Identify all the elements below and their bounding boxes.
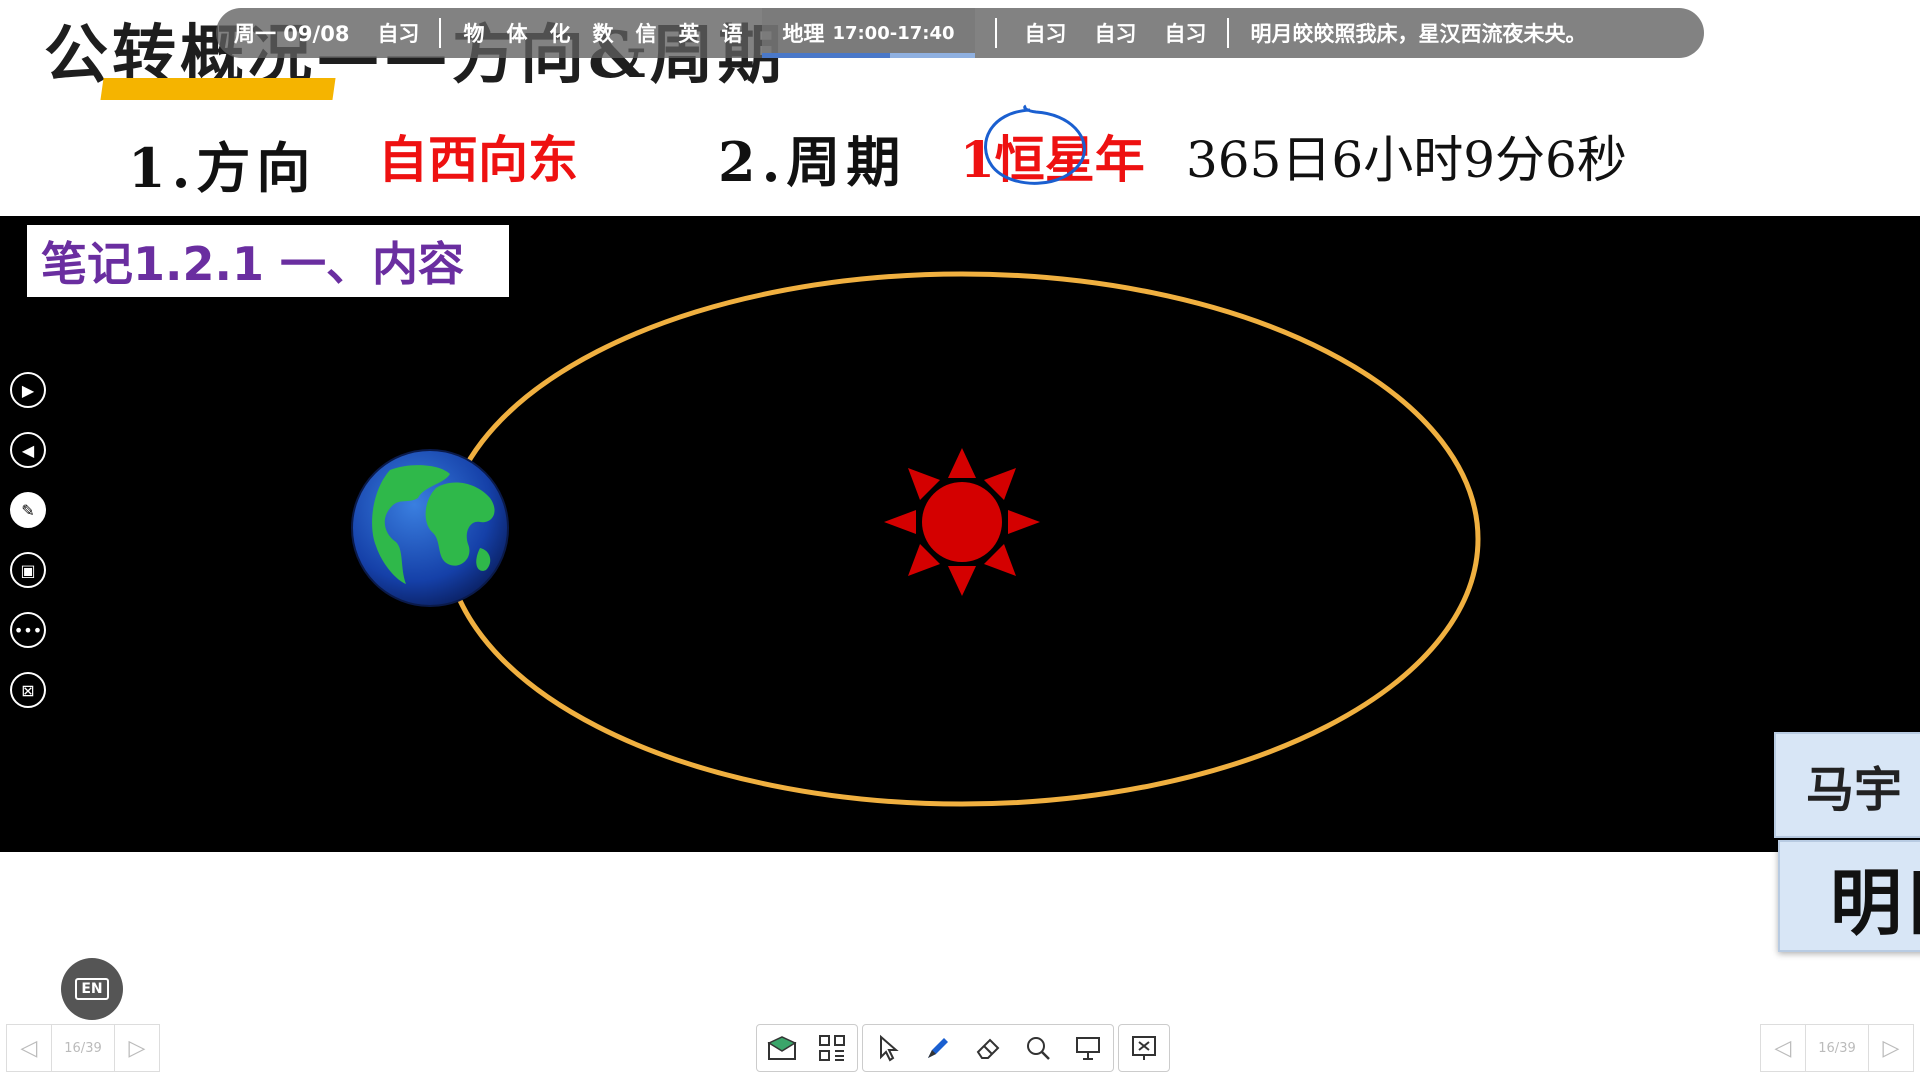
schedule-item: 自习 xyxy=(1164,22,1207,46)
bottom-toolbar xyxy=(756,1024,1174,1072)
ink-annotation-circle xyxy=(984,104,1086,185)
period-progress-bar xyxy=(762,53,975,58)
schedule-item: 英 xyxy=(678,22,700,46)
period-label: 2.周期 xyxy=(718,130,907,194)
play-next-icon[interactable]: ▶ xyxy=(10,372,46,408)
direction-value: 自西向东 xyxy=(378,131,578,189)
note-label-box: 笔记1.2.1 一、内容 xyxy=(27,225,509,297)
left-toolbar: ▶ ◀ ✎ ▣ ••• ⊠ xyxy=(10,372,50,732)
magnifier-icon[interactable] xyxy=(1013,1025,1063,1071)
pager-right: ◁ 16/39 ▷ xyxy=(1760,1024,1914,1072)
input-language-button[interactable]: EN xyxy=(61,958,123,1020)
prev-page-button[interactable]: ◁ xyxy=(1760,1024,1806,1072)
name-card-bottom[interactable]: 明日 xyxy=(1778,840,1920,952)
schedule-item: 体 xyxy=(506,22,528,46)
more-icon[interactable]: ••• xyxy=(10,612,46,648)
page-number: 16/39 xyxy=(52,1024,114,1072)
schedule-item: 物 xyxy=(463,22,485,46)
schedule-item: 数 xyxy=(592,22,614,46)
schedule-item: 自习 xyxy=(1024,22,1067,46)
eraser-icon[interactable] xyxy=(963,1025,1013,1071)
schedule-quote: 明月皎皎照我床，星汉西流夜未央。 xyxy=(1250,22,1587,46)
mail-icon[interactable] xyxy=(757,1025,807,1071)
schedule-separator xyxy=(994,18,997,48)
schedule-active-period: 地理 17:00-17:40 xyxy=(762,8,975,58)
pager-left: ◁ 16/39 ▷ xyxy=(6,1024,160,1072)
schedule-bar: 周一 09/08 自习 物 体 化 数 信 英 语 地理 17:00-17:40… xyxy=(216,8,1704,58)
apps-grid-icon[interactable] xyxy=(807,1025,857,1071)
schedule-day: 周一 09/08 xyxy=(234,22,350,46)
next-page-button[interactable]: ▷ xyxy=(1868,1024,1914,1072)
earth-icon xyxy=(351,449,509,607)
schedule-item: 自习 xyxy=(1094,22,1137,46)
pen-icon[interactable] xyxy=(913,1025,963,1071)
exit-show-icon[interactable] xyxy=(1119,1025,1169,1071)
period-progress-fill xyxy=(762,53,890,58)
schedule-item: 信 xyxy=(635,22,657,46)
schedule-separator xyxy=(439,18,442,48)
sun-icon xyxy=(884,448,1040,596)
schedule-item: 语 xyxy=(721,22,743,46)
name-card-top[interactable]: 马宇 xyxy=(1774,732,1920,838)
schedule-separator xyxy=(1226,18,1229,48)
direction-label: 1.方向 xyxy=(128,136,317,200)
play-prev-icon[interactable]: ◀ xyxy=(10,432,46,468)
next-page-button[interactable]: ▷ xyxy=(114,1024,160,1072)
active-subject: 地理 xyxy=(782,22,825,46)
whiteboard-icon[interactable]: ▣ xyxy=(10,552,46,588)
active-time: 17:00-17:40 xyxy=(832,22,955,44)
screen-icon[interactable] xyxy=(1063,1025,1113,1071)
pointer-icon[interactable] xyxy=(863,1025,913,1071)
pen-off-icon[interactable]: ✎ xyxy=(10,492,46,528)
page-number: 16/39 xyxy=(1806,1024,1868,1072)
prev-page-button[interactable]: ◁ xyxy=(6,1024,52,1072)
schedule-item: 自习 xyxy=(377,22,420,46)
end-show-icon[interactable]: ⊠ xyxy=(10,672,46,708)
period-time: 365日6小时9分6秒 xyxy=(1186,131,1627,189)
title-underline xyxy=(100,78,336,100)
schedule-item: 化 xyxy=(549,22,571,46)
en-label: EN xyxy=(75,978,109,1000)
orbit-diagram xyxy=(351,271,1481,807)
